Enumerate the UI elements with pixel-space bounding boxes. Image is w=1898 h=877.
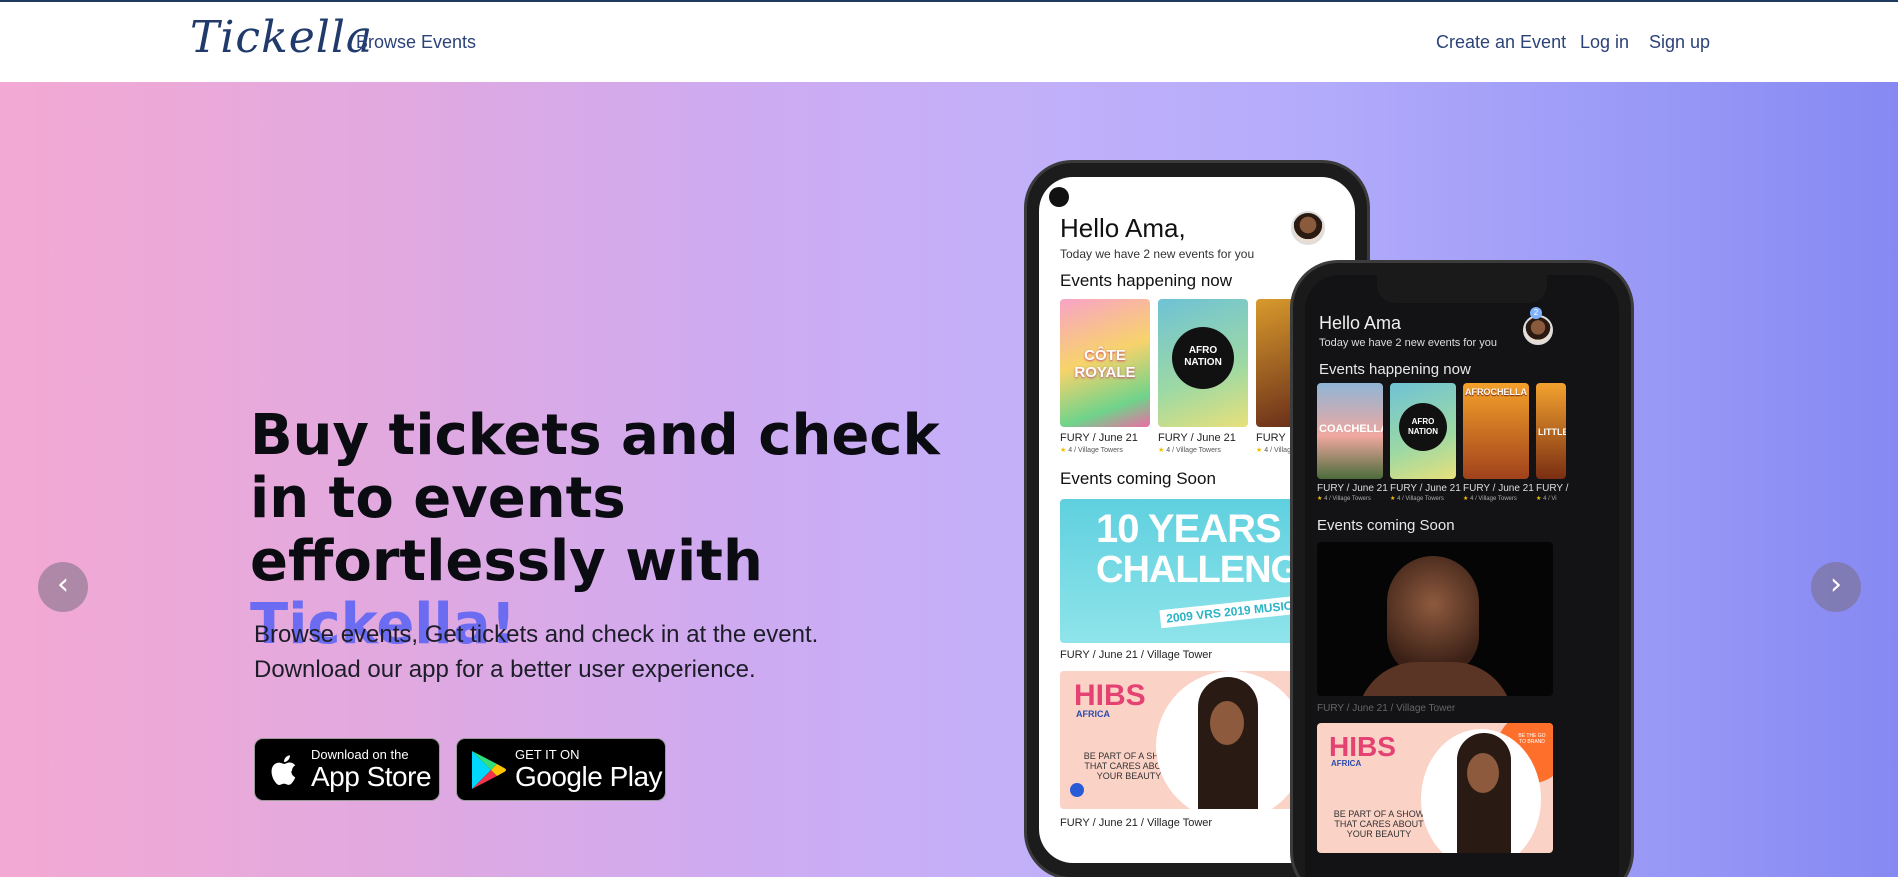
light-greeting: Hello Ama, xyxy=(1060,213,1186,243)
poster-title: LITTLE xyxy=(1538,427,1566,437)
banner-subtitle: AFRICA xyxy=(1331,759,1362,768)
dark-card-meta: ★ 4 / Village Towers xyxy=(1317,496,1371,502)
light-section-now: Events happening now xyxy=(1060,271,1233,290)
logo[interactable]: Tickella xyxy=(190,12,373,63)
banner-line-1: 10 YEARS xyxy=(1096,507,1282,551)
light-banner-caption: FURY / June 21 / Village Tower xyxy=(1060,649,1213,661)
banner-line-3: 2009 VRS 2019 MUSIC xyxy=(1159,595,1300,629)
dark-banner-caption: FURY / June 21 / Village Tower xyxy=(1317,703,1456,714)
dark-card-meta: ★ 4 / Village Towers xyxy=(1463,496,1517,502)
apple-icon xyxy=(271,754,296,785)
app-store-small-text: Download on the xyxy=(311,746,409,762)
phone-notch xyxy=(1377,275,1547,303)
dark-card-caption: FURY / June 21 xyxy=(1390,483,1461,494)
banner-title: HIBS xyxy=(1074,679,1146,712)
poster-title: AFRO NATION xyxy=(1407,417,1439,436)
description-line-1: Browse events, Get tickets and check in … xyxy=(254,621,819,648)
google-play-small-text: GET IT ON xyxy=(515,746,580,762)
dark-section-soon: Events coming Soon xyxy=(1317,517,1455,534)
light-event-card[interactable]: CÔTE ROYALE xyxy=(1060,299,1150,427)
camera-hole xyxy=(1049,187,1069,207)
banner-tagline: BE PART OF A SHOW THAT CARES ABOUT YOUR … xyxy=(1333,809,1425,839)
app-store-button[interactable]: Download on the App Store xyxy=(254,738,440,801)
dark-greeting: Hello Ama xyxy=(1319,313,1402,333)
banner-subtitle: AFRICA xyxy=(1076,709,1110,719)
poster-title: AFRO NATION xyxy=(1184,345,1222,368)
notification-badge: 2 xyxy=(1530,307,1542,319)
light-card-caption: FURY / June 21 xyxy=(1158,432,1236,444)
light-banner-caption: FURY / June 21 / Village Tower xyxy=(1060,817,1213,829)
dark-event-card[interactable]: AFROCHELLA xyxy=(1463,383,1529,479)
light-section-soon: Events coming Soon xyxy=(1060,469,1216,488)
light-event-card[interactable]: AFRO NATION xyxy=(1158,299,1248,427)
dark-banner-hibs[interactable]: HIBS AFRICA BE PART OF A SHOW THAT CARES… xyxy=(1317,723,1553,853)
dark-card-caption: FURY / June 21 xyxy=(1317,483,1388,494)
poster-title: CÔTE ROYALE xyxy=(1074,347,1136,381)
nav-browse-events-link[interactable]: Browse Events xyxy=(356,32,476,53)
headline-text: Buy tickets and check in to events effor… xyxy=(250,403,940,594)
dark-event-card[interactable]: COACHELLA xyxy=(1317,383,1383,479)
dark-subtitle: Today we have 2 new events for you xyxy=(1319,337,1497,349)
top-navbar: Tickella Browse Events Create an Event L… xyxy=(0,0,1898,82)
hero-description: Browse events, Get tickets and check in … xyxy=(254,617,894,687)
dark-event-card[interactable]: AFRO NATION xyxy=(1390,383,1456,479)
dark-card-meta: ★ 4 / Vi xyxy=(1536,496,1557,502)
carousel-next-button[interactable]: › xyxy=(1811,562,1861,612)
app-store-big-text: App Store xyxy=(311,760,432,792)
light-banner-10-years[interactable]: 10 YEARS CHALLENGE 2009 VRS 2019 MUSIC xyxy=(1060,499,1300,643)
google-play-big-text: Google Play xyxy=(515,760,663,792)
banner-line-2: CHALLENGE xyxy=(1096,549,1300,591)
phone-dark-screen: Hello Ama Today we have 2 new events for… xyxy=(1305,275,1619,877)
light-subtitle: Today we have 2 new events for you xyxy=(1060,247,1255,261)
nav-create-event-link[interactable]: Create an Event xyxy=(1436,32,1566,53)
description-line-2: Download our app for a better user exper… xyxy=(254,656,756,683)
nav-log-in-link[interactable]: Log in xyxy=(1580,32,1629,53)
dark-card-caption: FURY / xyxy=(1536,483,1569,494)
light-card-meta: ★ 4 / Village Towers xyxy=(1158,447,1221,454)
google-play-icon xyxy=(472,750,506,789)
hero-carousel: Buy tickets and check in to events effor… xyxy=(0,82,1898,877)
poster-title: COACHELLA xyxy=(1319,423,1383,435)
poster-title: AFROCHELLA xyxy=(1465,387,1527,397)
light-banner-hibs[interactable]: HIBS AFRICA BE PART OF A SHOW THAT CARES… xyxy=(1060,671,1300,809)
light-card-caption: FURY / June 21 xyxy=(1060,432,1138,444)
dark-avatar[interactable] xyxy=(1523,315,1553,345)
dark-event-card[interactable]: LITTLE xyxy=(1536,383,1566,479)
google-play-button[interactable]: GET IT ON Google Play xyxy=(456,738,666,801)
dark-section-now: Events happening now xyxy=(1319,361,1471,378)
light-card-meta: ★ 4 / Village Towers xyxy=(1060,447,1123,454)
dark-card-meta: ★ 4 / Village Towers xyxy=(1390,496,1444,502)
dark-card-caption: FURY / June 21 xyxy=(1463,483,1534,494)
nav-sign-up-link[interactable]: Sign up xyxy=(1649,32,1710,53)
dark-banner-portrait[interactable] xyxy=(1317,542,1553,696)
banner-corner: BE THE GO TO BRAND xyxy=(1518,733,1546,745)
light-avatar xyxy=(1291,211,1325,245)
phone-dark-mockup: Hello Ama Today we have 2 new events for… xyxy=(1290,260,1634,877)
light-card-caption: FURY xyxy=(1256,432,1286,444)
carousel-prev-button[interactable]: ‹ xyxy=(38,562,88,612)
